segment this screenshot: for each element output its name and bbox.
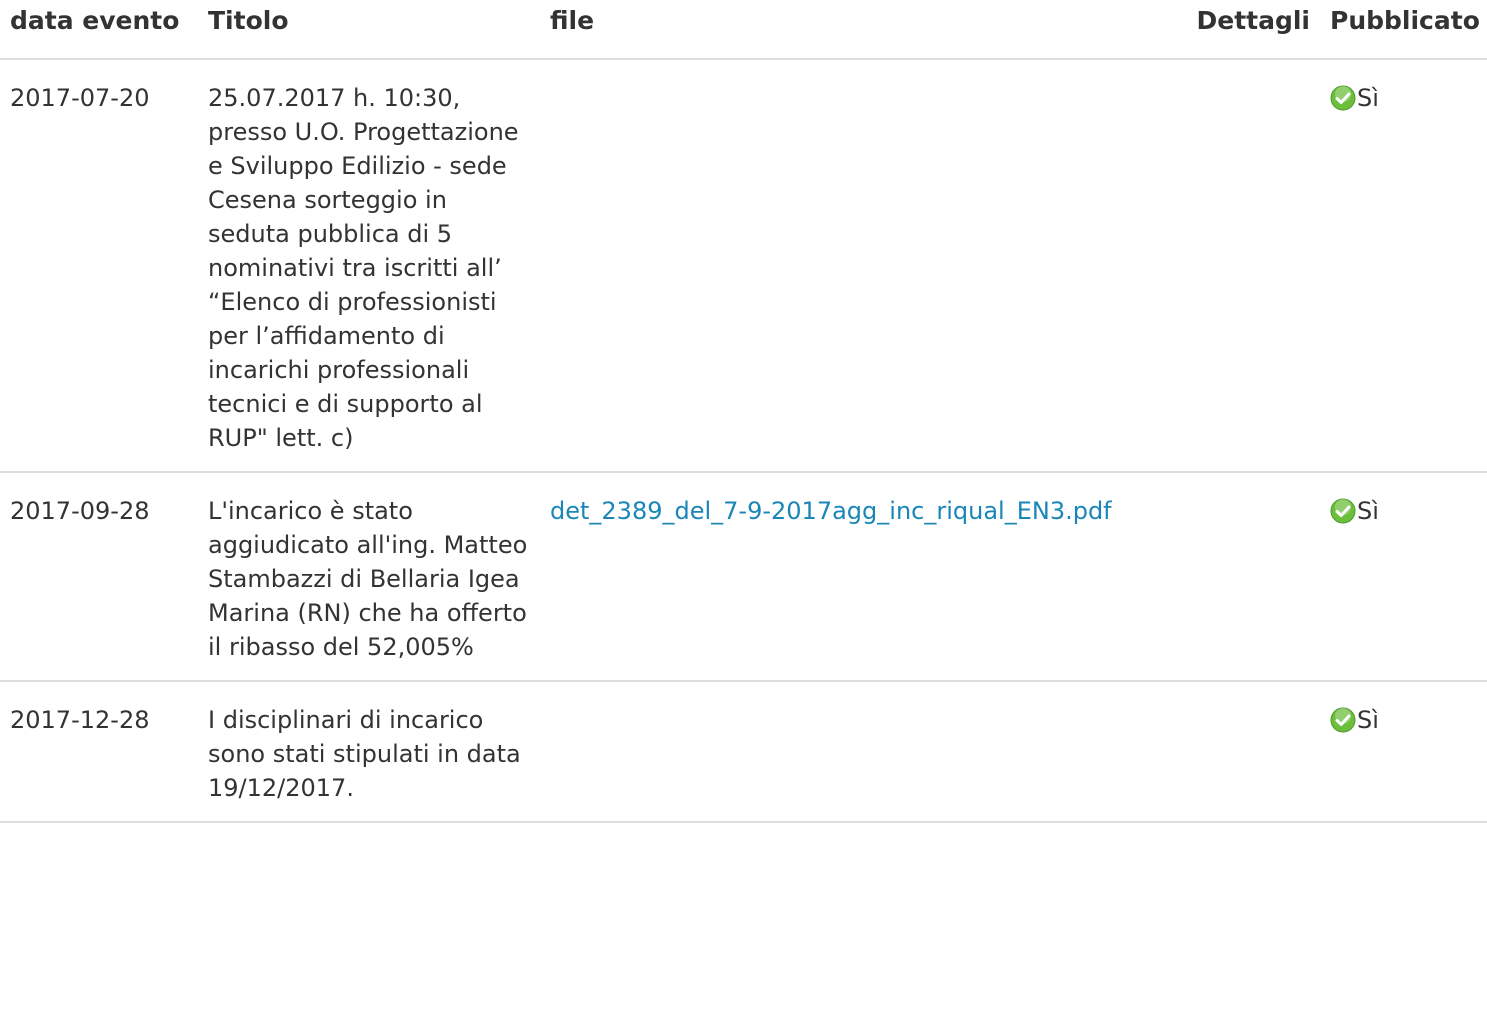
table-row: 2017-07-20 25.07.2017 h. 10:30, presso U… [0,59,1487,473]
event-file [540,681,1170,823]
check-circle-icon [1330,707,1356,733]
table-row: 2017-09-28 L'incarico è stato aggiudicat… [0,472,1487,682]
published-label: Sì [1357,497,1379,525]
table-row: 2017-12-28 I disciplinari di incarico so… [0,681,1487,823]
event-details [1170,681,1320,823]
check-circle-icon [1330,498,1356,524]
event-title: I disciplinari di incarico sono stati st… [198,681,540,823]
event-details [1170,59,1320,473]
file-link[interactable]: det_2389_del_7-9-2017agg_inc_riqual_EN3.… [550,497,1112,525]
published-label: Sì [1357,84,1379,112]
event-file: det_2389_del_7-9-2017agg_inc_riqual_EN3.… [540,472,1170,682]
event-published: Sì [1320,681,1487,823]
event-date: 2017-07-20 [0,59,198,473]
event-date: 2017-09-28 [0,472,198,682]
event-date: 2017-12-28 [0,681,198,823]
column-header-details: Dettagli [1170,0,1320,60]
column-header-date: data evento [0,0,198,60]
column-header-published: Pubblicato [1320,0,1487,60]
event-details [1170,472,1320,682]
event-file [540,59,1170,473]
published-label: Sì [1357,706,1379,734]
event-title: 25.07.2017 h. 10:30, presso U.O. Progett… [198,59,540,473]
table-header-row: data evento Titolo file Dettagli Pubblic… [0,0,1487,60]
events-table: data evento Titolo file Dettagli Pubblic… [0,0,1487,823]
event-published: Sì [1320,472,1487,682]
column-header-file: file [540,0,1170,60]
column-header-title: Titolo [198,0,540,60]
check-circle-icon [1330,85,1356,111]
event-published: Sì [1320,59,1487,473]
event-title: L'incarico è stato aggiudicato all'ing. … [198,472,540,682]
